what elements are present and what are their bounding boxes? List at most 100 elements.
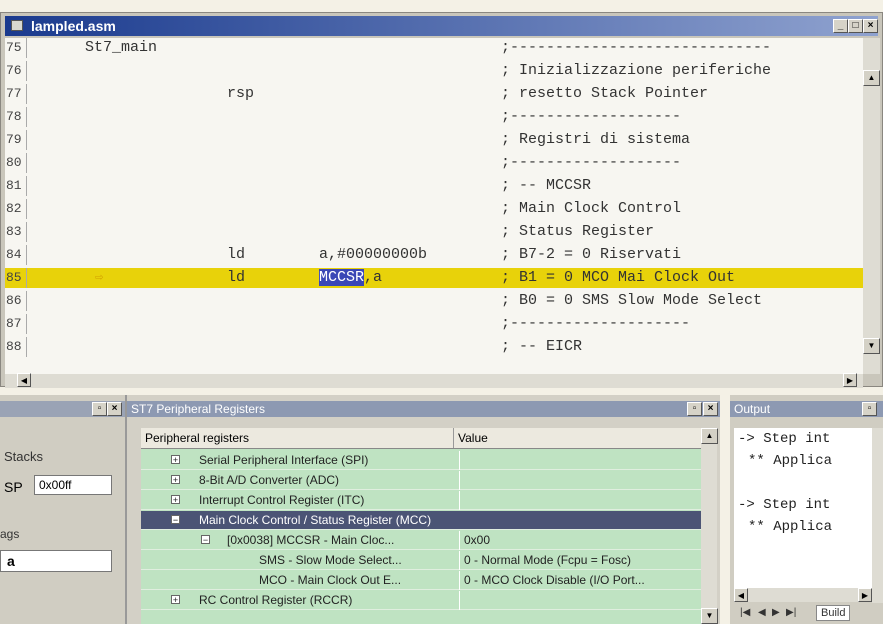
tree-row[interactable]: + 8-Bit A/D Converter (ADC) bbox=[141, 471, 701, 490]
peripheral-vertical-scrollbar[interactable]: ▲ ▼ bbox=[701, 428, 718, 624]
code-comment: ; B0 = 0 SMS Slow Mode Select bbox=[501, 292, 763, 309]
code-line: 80 ;------------------- bbox=[5, 153, 863, 173]
panel-restore-button[interactable]: ▫ bbox=[862, 402, 877, 416]
line-number: 78 bbox=[5, 107, 27, 127]
code-line: 84 ld a,#00000000b ; B7-2 = 0 Riservati bbox=[5, 245, 863, 265]
tree-row-selected[interactable]: − Main Clock Control / Status Register (… bbox=[141, 511, 701, 530]
code-instruction: ld bbox=[227, 269, 246, 286]
line-number: 76 bbox=[5, 61, 27, 81]
line-number: 84 bbox=[5, 245, 27, 265]
scroll-down-icon[interactable]: ▼ bbox=[701, 608, 718, 624]
tree-row[interactable]: MCO - Main Clock Out E... 0 - MCO Clock … bbox=[141, 571, 701, 590]
expand-icon[interactable]: + bbox=[171, 475, 180, 485]
output-title: Output bbox=[734, 402, 771, 416]
code-comment: ; resetto Stack Pointer bbox=[501, 85, 709, 102]
code-operand: MCCSR,a bbox=[319, 268, 382, 288]
collapse-icon[interactable]: − bbox=[171, 515, 180, 525]
line-number: 81 bbox=[5, 176, 27, 196]
output-horizontal-scrollbar[interactable]: ◀ ▶ bbox=[734, 588, 872, 602]
row-name: SMS - Slow Mode Select... bbox=[259, 553, 402, 567]
code-comment: ; B7-2 = 0 Riservati bbox=[501, 246, 682, 263]
tab-nav-prev-icon[interactable]: ◀ bbox=[758, 607, 766, 618]
tree-row[interactable]: + Interrupt Control Register (ITC) bbox=[141, 491, 701, 510]
expand-icon[interactable]: + bbox=[171, 455, 180, 465]
row-value bbox=[459, 451, 464, 470]
horizontal-scrollbar[interactable]: ◀ ▶ bbox=[5, 373, 863, 388]
expand-icon[interactable]: + bbox=[171, 495, 180, 505]
row-name: MCO - Main Clock Out E... bbox=[259, 573, 402, 587]
output-line: -> Step int bbox=[738, 431, 831, 447]
accumulator-field[interactable]: a bbox=[0, 550, 112, 572]
code-area[interactable]: 75 St7_main ;---------------------------… bbox=[5, 38, 863, 374]
scroll-up-icon[interactable]: ▲ bbox=[863, 70, 880, 86]
code-instruction: ld bbox=[227, 246, 246, 263]
code-line: 81 ; -- MCCSR bbox=[5, 176, 863, 196]
operand-rest: ,a bbox=[364, 269, 383, 286]
scroll-left-icon[interactable]: ◀ bbox=[734, 588, 748, 602]
panel-restore-button[interactable]: ▫ bbox=[687, 402, 702, 416]
scroll-up-icon[interactable]: ▲ bbox=[701, 428, 718, 444]
code-comment: ; Main Clock Control bbox=[501, 200, 682, 217]
tab-build[interactable]: Build bbox=[816, 605, 851, 621]
output-text-area[interactable]: -> Step int ** Applica -> Step int ** Ap… bbox=[734, 428, 872, 588]
tab-nav-first-icon[interactable]: |◀ bbox=[740, 607, 750, 618]
output-line: ** Applica bbox=[748, 519, 833, 535]
row-name: [0x0038] MCCSR - Main Cloc... bbox=[227, 533, 395, 547]
collapse-icon[interactable]: − bbox=[201, 535, 210, 545]
expand-icon[interactable]: + bbox=[171, 595, 180, 605]
row-name: RC Control Register (RCCR) bbox=[199, 593, 353, 607]
code-line: 77 rsp ; resetto Stack Pointer bbox=[5, 84, 863, 104]
tab-nav-next-icon[interactable]: ▶ bbox=[772, 607, 780, 618]
output-vertical-scrollbar[interactable] bbox=[872, 428, 883, 603]
scroll-right-icon[interactable]: ▶ bbox=[858, 588, 872, 602]
peripheral-tree: + Serial Peripheral Interface (SPI) + 8-… bbox=[141, 449, 701, 624]
code-line: 75 St7_main ;---------------------------… bbox=[5, 38, 863, 58]
panel-restore-button[interactable]: ▫ bbox=[92, 402, 107, 416]
scroll-left-icon[interactable]: ◀ bbox=[17, 373, 31, 387]
asm-file-icon bbox=[11, 20, 23, 31]
output-line: -> Step int bbox=[738, 497, 831, 513]
stacks-label: Stacks bbox=[4, 449, 44, 464]
code-comment: ; Status Register bbox=[501, 223, 655, 240]
code-line: 76 ; Inizializzazione periferiche bbox=[5, 61, 863, 81]
line-number: 80 bbox=[5, 153, 27, 173]
row-value: 0x00 bbox=[459, 531, 490, 550]
column-header-value[interactable]: Value bbox=[453, 428, 488, 448]
code-line: 78 ;------------------- bbox=[5, 107, 863, 127]
current-execution-line: 85 ⇨ ld MCCSR,a ; B1 = 0 MCO Mai Clock O… bbox=[5, 268, 863, 288]
minimize-button[interactable]: _ bbox=[833, 19, 848, 33]
output-tab-bar: |◀ ◀ ▶ ▶| Build bbox=[734, 605, 883, 621]
column-header-name[interactable]: Peripheral registers bbox=[145, 428, 249, 448]
tree-row[interactable]: SMS - Slow Mode Select... 0 - Normal Mod… bbox=[141, 551, 701, 570]
code-line: 87 ;-------------------- bbox=[5, 314, 863, 334]
code-comment: ; Inizializzazione periferiche bbox=[501, 62, 772, 79]
selected-text[interactable]: MCCSR bbox=[319, 269, 365, 286]
output-title-bar: Output ▫ bbox=[730, 401, 883, 417]
code-line: 86 ; B0 = 0 SMS Slow Mode Select bbox=[5, 291, 863, 311]
editor-title-bar[interactable]: lampled.asm _ □ × bbox=[5, 16, 878, 36]
tab-nav-last-icon[interactable]: ▶| bbox=[786, 607, 796, 618]
table-header: Peripheral registers Value bbox=[141, 428, 701, 449]
registers-title-bar: ▫ × bbox=[0, 401, 125, 417]
peripheral-title: ST7 Peripheral Registers bbox=[131, 402, 266, 416]
tree-row[interactable]: + RC Control Register (RCCR) bbox=[141, 591, 701, 610]
tree-row[interactable]: − [0x0038] MCCSR - Main Cloc... 0x00 bbox=[141, 531, 701, 550]
panel-close-button[interactable]: × bbox=[107, 402, 122, 416]
sp-value-field[interactable]: 0x00ff bbox=[34, 475, 112, 495]
code-comment: ;------------------- bbox=[501, 108, 682, 125]
panel-close-button[interactable]: × bbox=[703, 402, 718, 416]
row-name: Main Clock Control / Status Register (MC… bbox=[199, 513, 432, 527]
code-line: 88 ; -- EICR bbox=[5, 337, 863, 357]
code-comment: ;------------------- bbox=[501, 154, 682, 171]
scroll-down-icon[interactable]: ▼ bbox=[863, 338, 880, 354]
tree-row[interactable]: + Serial Peripheral Interface (SPI) bbox=[141, 451, 701, 470]
close-button[interactable]: × bbox=[863, 19, 878, 33]
scroll-right-icon[interactable]: ▶ bbox=[843, 373, 857, 387]
line-number: 79 bbox=[5, 130, 27, 150]
vertical-scrollbar[interactable]: ▲ ▼ bbox=[863, 38, 880, 374]
maximize-button[interactable]: □ bbox=[848, 19, 863, 33]
code-comment: ; Registri di sistema bbox=[501, 131, 691, 148]
row-value: 0 - MCO Clock Disable (I/O Port... bbox=[459, 571, 645, 590]
row-name: Interrupt Control Register (ITC) bbox=[199, 493, 365, 507]
output-panel: Output ▫ -> Step int ** Applica -> Step … bbox=[730, 395, 883, 624]
